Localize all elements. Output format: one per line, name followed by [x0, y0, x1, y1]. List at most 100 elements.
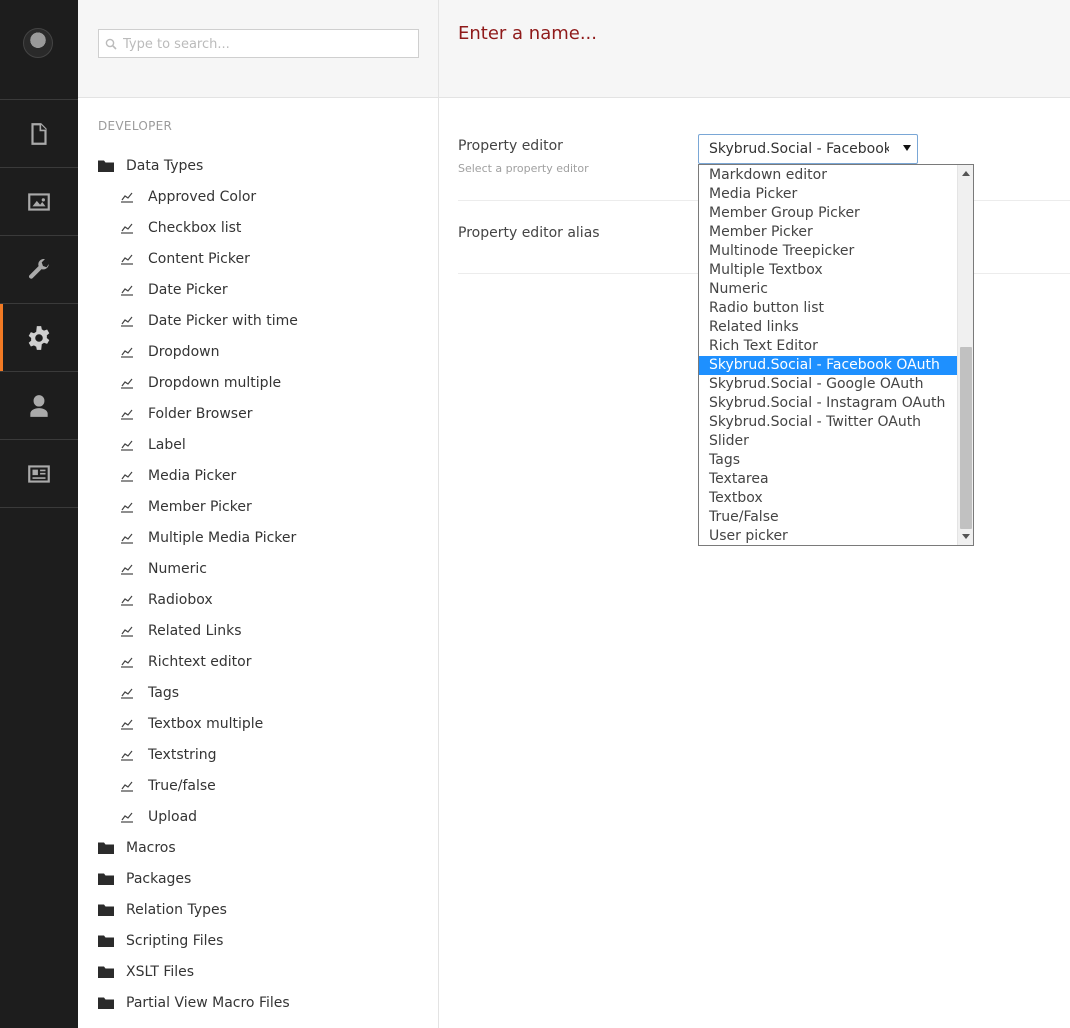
- property-editor-label: Property editor: [458, 138, 563, 154]
- dropdown-option[interactable]: User picker: [699, 527, 957, 546]
- tree-item[interactable]: Richtext editor: [78, 646, 438, 677]
- tree-item-label: Date Picker: [148, 281, 228, 298]
- dropdown-option[interactable]: Markdown editor: [699, 166, 957, 185]
- tree-item[interactable]: Folder Browser: [78, 398, 438, 429]
- dropdown-option-selected[interactable]: Skybrud.Social - Facebook OAuth: [699, 356, 957, 375]
- dropdown-option[interactable]: Skybrud.Social - Google OAuth: [699, 375, 957, 394]
- rail-item-users[interactable]: [0, 372, 78, 439]
- dropdown-option[interactable]: Textarea: [699, 470, 957, 489]
- tree-item[interactable]: Related Links: [78, 615, 438, 646]
- tree-item[interactable]: Checkbox list: [78, 212, 438, 243]
- dropdown-option[interactable]: Radio button list: [699, 299, 957, 318]
- data-type-icon: [121, 378, 133, 389]
- tree-item-label: Folder Browser: [148, 405, 253, 422]
- tree-item[interactable]: Date Picker: [78, 274, 438, 305]
- tree-folder-relation-types[interactable]: Relation Types: [78, 894, 438, 925]
- tree-item[interactable]: Content Picker: [78, 243, 438, 274]
- dropdown-option[interactable]: Numeric: [699, 280, 957, 299]
- dropdown-option[interactable]: Tags: [699, 451, 957, 470]
- tree-item[interactable]: Numeric: [78, 553, 438, 584]
- dropdown-option[interactable]: Media Picker: [699, 185, 957, 204]
- rail-item-content[interactable]: [0, 100, 78, 167]
- dropdown-option[interactable]: Related links: [699, 318, 957, 337]
- folder-icon: [98, 997, 114, 1009]
- tree-item[interactable]: Media Picker: [78, 460, 438, 491]
- tree-item[interactable]: Dropdown: [78, 336, 438, 367]
- property-editor-description: Select a property editor: [458, 162, 589, 175]
- rail-item-settings[interactable]: [0, 236, 78, 303]
- data-type-icon: [121, 440, 133, 451]
- rail-item-developer[interactable]: [0, 304, 78, 371]
- image-icon: [28, 192, 50, 211]
- data-type-icon: [121, 409, 133, 420]
- tree-folder-data-types[interactable]: Data Types: [78, 150, 438, 181]
- name-input[interactable]: [458, 18, 1018, 48]
- tree-item[interactable]: Label: [78, 429, 438, 460]
- tree-panel: DEVELOPER Data Types Approved Color Chec…: [78, 0, 439, 1028]
- search-input[interactable]: [123, 33, 413, 55]
- tree-folder-label: XSLT Files: [126, 963, 195, 980]
- tree-folder-label: Macros: [126, 839, 176, 856]
- scroll-down-icon[interactable]: [962, 534, 970, 539]
- rail-item-members[interactable]: [0, 440, 78, 507]
- dropdown-option[interactable]: Multinode Treepicker: [699, 242, 957, 261]
- scrollbar-thumb[interactable]: [960, 347, 972, 529]
- dropdown-option[interactable]: True/False: [699, 508, 957, 527]
- editor-header: [439, 0, 1070, 98]
- dropdown-option[interactable]: Member Picker: [699, 223, 957, 242]
- tree-item[interactable]: Textstring: [78, 739, 438, 770]
- tree-item[interactable]: Approved Color: [78, 181, 438, 212]
- developer-tree: Data Types Approved Color Checkbox list …: [78, 150, 438, 1018]
- tree-item[interactable]: Member Picker: [78, 491, 438, 522]
- rail-divider: [0, 507, 78, 508]
- tree-item[interactable]: Multiple Media Picker: [78, 522, 438, 553]
- data-type-icon: [121, 688, 133, 699]
- dropdown-option[interactable]: Member Group Picker: [699, 204, 957, 223]
- tree-item[interactable]: Textbox multiple: [78, 708, 438, 739]
- property-editor-dropdown[interactable]: Markdown editor Media Picker Member Grou…: [698, 164, 974, 546]
- tree-item[interactable]: Dropdown multiple: [78, 367, 438, 398]
- dropdown-scrollbar[interactable]: [957, 165, 973, 545]
- data-type-icon: [121, 719, 133, 730]
- tree-item[interactable]: Date Picker with time: [78, 305, 438, 336]
- app-rail: [0, 0, 78, 1028]
- select-value: Skybrud.Social - Facebook OAuth: [709, 141, 889, 157]
- data-type-icon: [121, 657, 133, 668]
- id-card-icon: [28, 464, 50, 483]
- dropdown-option[interactable]: Multiple Textbox: [699, 261, 957, 280]
- folder-icon: [98, 935, 114, 947]
- tree-folder-xslt-files[interactable]: XSLT Files: [78, 956, 438, 987]
- dropdown-option[interactable]: Slider: [699, 432, 957, 451]
- tree-folder-macros[interactable]: Macros: [78, 832, 438, 863]
- tree-item-label: Date Picker with time: [148, 312, 298, 329]
- dropdown-option[interactable]: Rich Text Editor: [699, 337, 957, 356]
- tree-item-label: Radiobox: [148, 591, 213, 608]
- tree-item-label: Tags: [148, 684, 179, 701]
- property-editor-select[interactable]: Skybrud.Social - Facebook OAuth: [698, 134, 918, 164]
- search-box[interactable]: [98, 29, 419, 58]
- tree-item[interactable]: Radiobox: [78, 584, 438, 615]
- dropdown-option[interactable]: Skybrud.Social - Twitter OAuth: [699, 413, 957, 432]
- tree-folder-scripting-files[interactable]: Scripting Files: [78, 925, 438, 956]
- tree-item-label: Checkbox list: [148, 219, 242, 236]
- tree-item[interactable]: Upload: [78, 801, 438, 832]
- data-type-icon: [121, 750, 133, 761]
- dropdown-option[interactable]: Textbox: [699, 489, 957, 508]
- rail-item-media[interactable]: [0, 168, 78, 235]
- scroll-up-icon[interactable]: [962, 171, 970, 176]
- tree-item[interactable]: True/false: [78, 770, 438, 801]
- dropdown-option[interactable]: Skybrud.Social - Instagram OAuth: [699, 394, 957, 413]
- avatar[interactable]: [23, 28, 53, 58]
- tree-folder-partial-view-macro-files[interactable]: Partial View Macro Files: [78, 987, 438, 1018]
- tree-item-label: Numeric: [148, 560, 207, 577]
- tree-item[interactable]: Tags: [78, 677, 438, 708]
- folder-icon: [98, 904, 114, 916]
- data-type-icon: [121, 781, 133, 792]
- folder-icon: [98, 873, 114, 885]
- tree-folder-label: Relation Types: [126, 901, 227, 918]
- data-type-icon: [121, 285, 133, 296]
- property-editor-alias-label: Property editor alias: [458, 225, 600, 241]
- tree-folder-packages[interactable]: Packages: [78, 863, 438, 894]
- wrench-icon: [29, 258, 49, 279]
- tree-folder-label: Partial View Macro Files: [126, 994, 290, 1011]
